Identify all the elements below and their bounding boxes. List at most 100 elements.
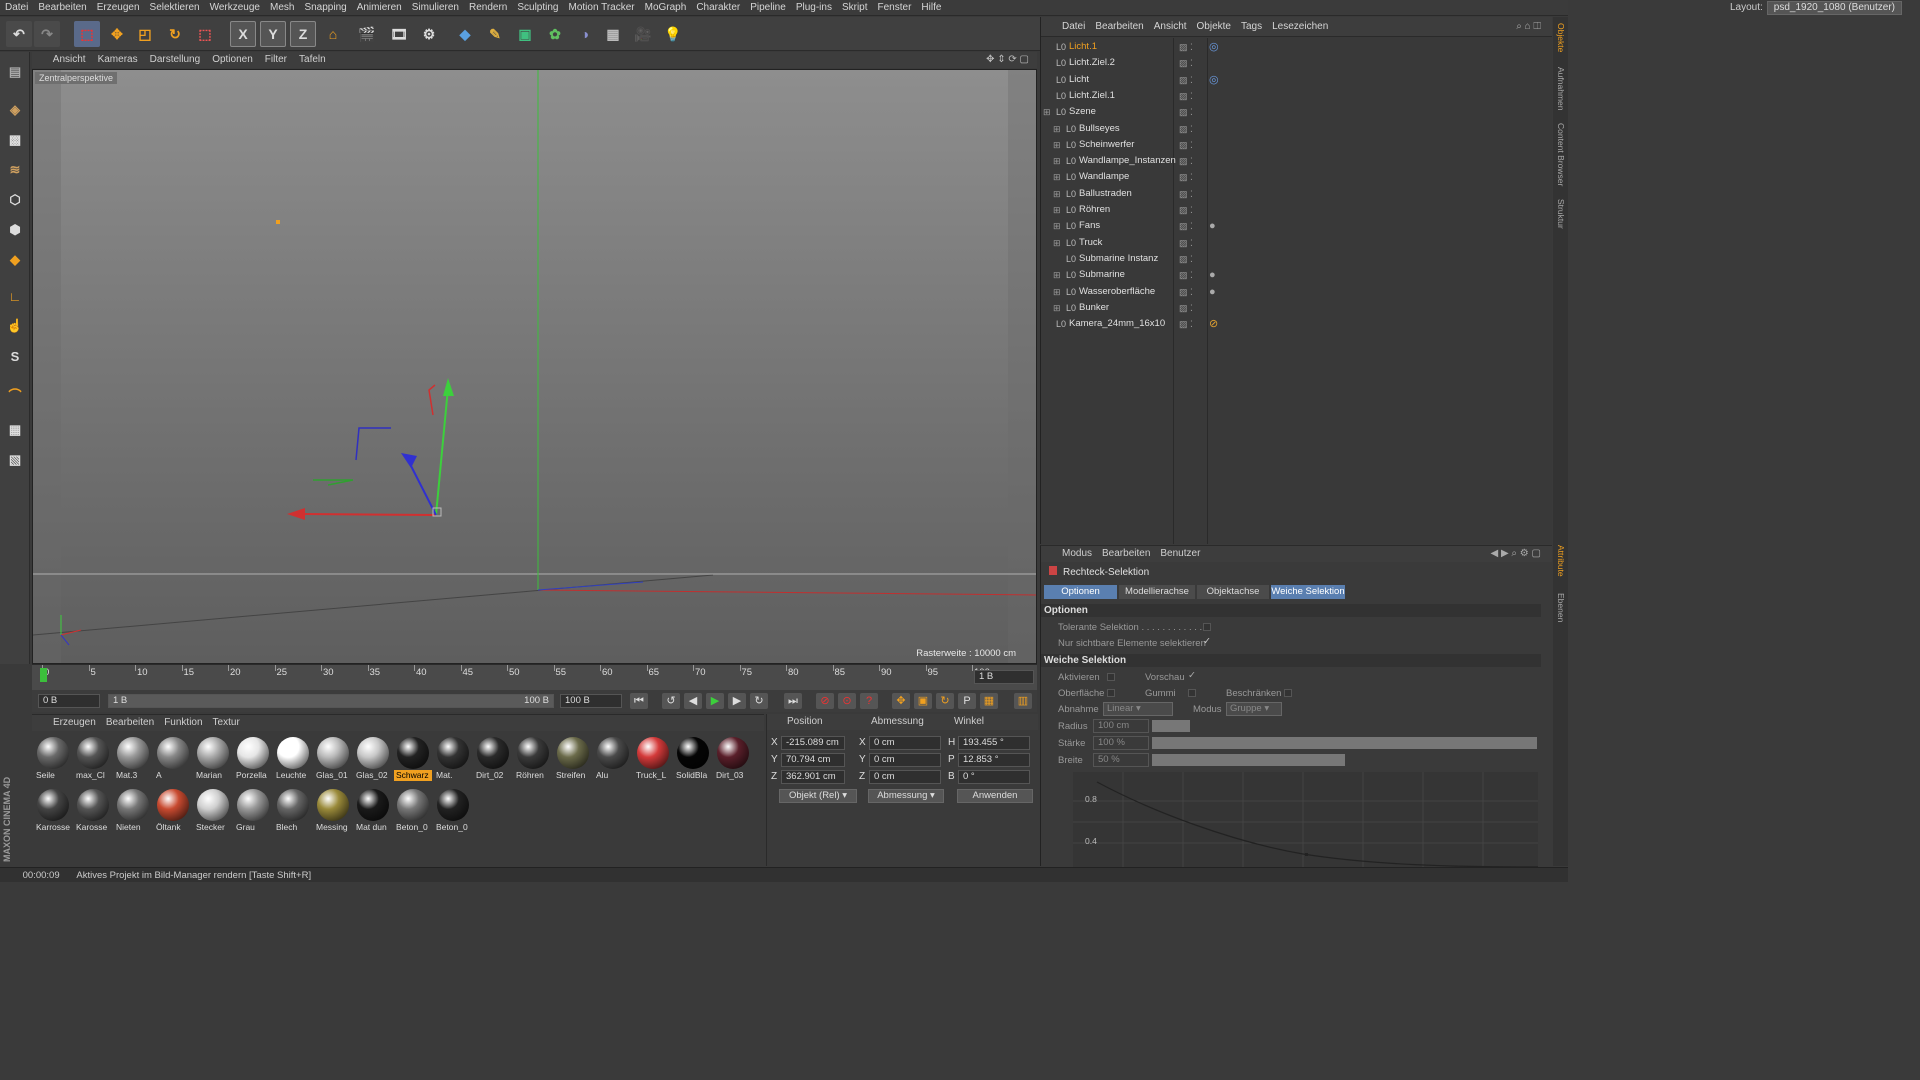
key-position-icon[interactable]: ✥ xyxy=(892,693,910,709)
checkbox-beschraenken[interactable] xyxy=(1284,689,1292,697)
vp-menu-kameras[interactable]: Kameras xyxy=(92,52,144,68)
attr-menu-benutzer[interactable]: Benutzer xyxy=(1155,546,1205,562)
checkbox-nur-sichtbare[interactable]: ✓ xyxy=(1203,636,1211,647)
mograph-icon[interactable]: ✿ xyxy=(542,21,568,47)
target-tag-icon[interactable]: ◎ xyxy=(1209,72,1219,88)
object-row[interactable]: ⊞ L0 Fans ▨ ⁚ ● xyxy=(1041,218,1553,234)
radius-slider[interactable] xyxy=(1152,720,1190,732)
expand-icon[interactable]: ⊞ xyxy=(1053,153,1061,169)
coordinate-system-icon[interactable]: ⌂ xyxy=(320,21,346,47)
tab-objektachse[interactable]: Objektachse xyxy=(1197,585,1269,599)
tab-weiche-selektion[interactable]: Weiche Selektion xyxy=(1271,585,1345,599)
menu-item[interactable]: Plug-ins xyxy=(791,0,837,15)
timeline-window-icon[interactable]: ▥ xyxy=(1014,693,1032,709)
checkbox-aktivieren[interactable] xyxy=(1107,673,1115,681)
menu-item[interactable]: Mesh xyxy=(265,0,299,15)
vp-menu-optionen[interactable]: Optionen xyxy=(206,52,259,68)
expand-icon[interactable]: ⊞ xyxy=(1053,169,1061,185)
model-mode-icon[interactable]: ◈ xyxy=(3,98,27,122)
vp-menu-ansicht[interactable]: Ansicht xyxy=(47,52,92,68)
keyframe-selection-icon[interactable]: ? xyxy=(860,693,878,709)
visibility-toggle-icon[interactable]: ▨ ⁚ xyxy=(1179,316,1193,332)
menu-item[interactable]: Animieren xyxy=(352,0,407,15)
coord-field-pos[interactable]: 70.794 cm xyxy=(781,753,845,767)
menu-item[interactable]: Rendern xyxy=(464,0,512,15)
visibility-toggle-icon[interactable]: ▨ ⁚ xyxy=(1179,88,1193,104)
x-axis-lock-icon[interactable]: X xyxy=(230,21,256,47)
material-swatch[interactable]: Beton_0 xyxy=(434,787,472,833)
object-row[interactable]: ⊞ L0 Ballustraden ▨ ⁚ xyxy=(1041,186,1553,202)
falloff-curve-graph[interactable]: 0.8 0.4 xyxy=(1073,772,1538,867)
target-tag-icon[interactable]: ◎ xyxy=(1209,39,1219,55)
mat-tag-icon[interactable]: ● xyxy=(1209,218,1216,234)
attr-menu-bearbeiten[interactable]: Bearbeiten xyxy=(1097,546,1155,562)
obj-menu-ansicht[interactable]: Ansicht xyxy=(1149,17,1192,37)
redo-icon[interactable]: ↷ xyxy=(34,21,60,47)
expand-icon[interactable]: ⊞ xyxy=(1053,121,1061,137)
menu-item[interactable]: Sculpting xyxy=(512,0,563,15)
recent-tool-icon[interactable]: ⬚ xyxy=(192,21,218,47)
scale-icon[interactable]: ◰ xyxy=(132,21,158,47)
strip-tab-ebenen[interactable]: Ebenen xyxy=(1556,593,1566,622)
3d-viewport[interactable]: Zentralperspektive Rasterweite : 10000 c… xyxy=(32,69,1037,664)
menu-item[interactable]: Charakter xyxy=(691,0,745,15)
material-swatch[interactable]: SolidBla xyxy=(674,735,712,781)
coord-field-size[interactable]: 0 cm xyxy=(869,753,941,767)
material-swatch[interactable]: Alu xyxy=(594,735,632,781)
locked-workplane-icon[interactable]: ▧ xyxy=(3,448,27,472)
checkbox-gummi[interactable] xyxy=(1188,689,1196,697)
mat-menu-bearbeiten[interactable]: Bearbeiten xyxy=(101,715,159,731)
autokey-icon[interactable]: ⊙ xyxy=(838,693,856,709)
menu-item[interactable]: Snapping xyxy=(299,0,351,15)
menu-item[interactable]: Selektieren xyxy=(145,0,205,15)
material-swatch[interactable]: Glas_01 xyxy=(314,735,352,781)
menu-item[interactable]: Bearbeiten xyxy=(33,0,91,15)
menu-item[interactable]: Werkzeuge xyxy=(205,0,265,15)
material-swatch[interactable]: Glas_02 xyxy=(354,735,392,781)
object-row[interactable]: L0 Licht.Ziel.1 ▨ ⁚ xyxy=(1041,88,1553,104)
next-key-icon[interactable]: ↻ xyxy=(750,693,768,709)
staerke-field[interactable]: 100 % xyxy=(1093,736,1149,750)
apply-button[interactable]: Anwenden xyxy=(957,789,1033,803)
abnahme-dropdown[interactable]: Linear ▾ xyxy=(1103,702,1173,716)
workplane-icon[interactable]: ≋ xyxy=(3,158,27,182)
timeline-ruler[interactable]: 0510152025303540455055606570758085909510… xyxy=(32,664,1037,690)
deformer-icon[interactable]: ◑ xyxy=(572,21,598,47)
menu-item[interactable]: Simulieren xyxy=(407,0,464,15)
light-icon[interactable]: 💡 xyxy=(660,21,686,47)
material-swatch[interactable]: A xyxy=(154,735,192,781)
material-swatch[interactable]: Röhren xyxy=(514,735,552,781)
checkbox-tolerante[interactable] xyxy=(1203,623,1211,631)
step-back-icon[interactable]: ◀ xyxy=(684,693,702,709)
obj-menu-tags[interactable]: Tags xyxy=(1236,17,1267,37)
material-swatch[interactable]: Dirt_03 xyxy=(714,735,752,781)
y-axis-lock-icon[interactable]: Y xyxy=(260,21,286,47)
material-swatch[interactable]: Grau xyxy=(234,787,272,833)
material-swatch[interactable]: Leuchte xyxy=(274,735,312,781)
material-swatch[interactable]: Beton_0 xyxy=(394,787,432,833)
cam-tag-icon[interactable]: ⊘ xyxy=(1209,316,1218,332)
visibility-toggle-icon[interactable]: ▨ ⁚ xyxy=(1179,186,1193,202)
polygons-mode-icon[interactable]: ◆ xyxy=(3,248,27,272)
menu-item[interactable]: Skript xyxy=(837,0,873,15)
material-swatch[interactable]: max_Cl xyxy=(74,735,112,781)
object-row[interactable]: ⊞ L0 Szene ▨ ⁚ xyxy=(1041,104,1553,120)
axis-mode-icon[interactable]: ∟ xyxy=(3,284,27,308)
magnet-icon[interactable]: ⌒ xyxy=(3,382,27,406)
cube-icon[interactable]: ◆ xyxy=(452,21,478,47)
size-mode-dropdown[interactable]: Abmessung ▾ xyxy=(868,789,944,803)
menu-item[interactable]: Erzeugen xyxy=(92,0,145,15)
z-axis-lock-icon[interactable]: Z xyxy=(290,21,316,47)
vp-menu-darstellung[interactable]: Darstellung xyxy=(144,52,207,68)
menu-item[interactable]: Pipeline xyxy=(745,0,791,15)
object-row[interactable]: ⊞ L0 Bullseyes ▨ ⁚ xyxy=(1041,121,1553,137)
menu-item[interactable]: Hilfe xyxy=(916,0,946,15)
checkbox-oberflaeche[interactable] xyxy=(1107,689,1115,697)
playhead[interactable] xyxy=(40,668,47,682)
menu-item[interactable]: MoGraph xyxy=(640,0,692,15)
material-swatch[interactable]: Karosse xyxy=(74,787,112,833)
object-row[interactable]: ⊞ L0 Scheinwerfer ▨ ⁚ xyxy=(1041,137,1553,153)
snapping-icon[interactable]: S xyxy=(3,344,27,368)
object-row[interactable]: ⊞ L0 Truck ▨ ⁚ xyxy=(1041,235,1553,251)
tab-modellierachse[interactable]: Modellierachse xyxy=(1119,585,1195,599)
